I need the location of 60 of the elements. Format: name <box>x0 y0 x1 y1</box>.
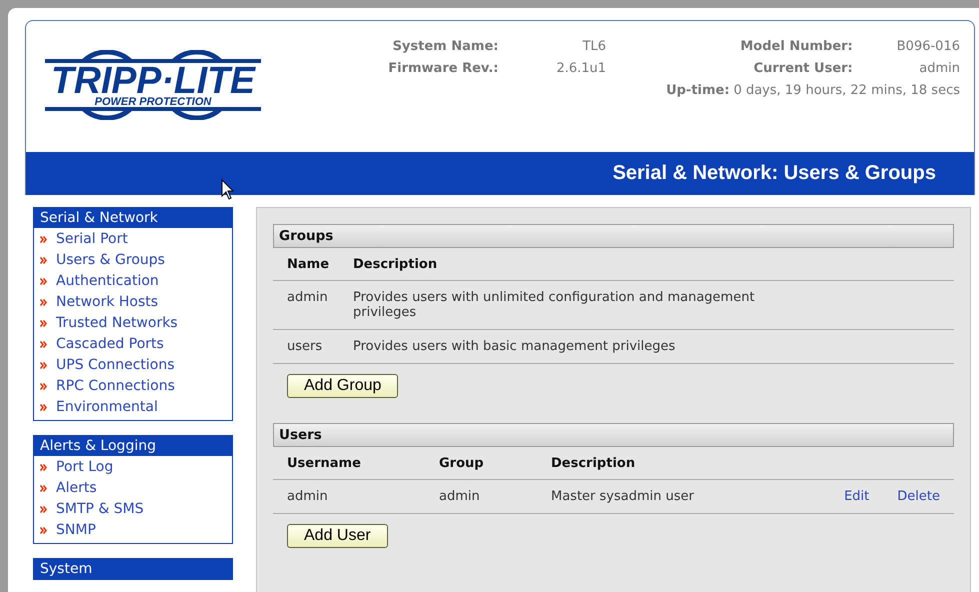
menu-link[interactable]: Environmental <box>56 398 158 417</box>
menu-link[interactable]: Serial Port <box>56 230 128 249</box>
action-link[interactable]: Edit <box>844 489 870 504</box>
double-chevron-icon <box>40 278 47 285</box>
double-chevron-icon <box>40 362 47 369</box>
menu-link[interactable]: Authentication <box>56 272 159 291</box>
table-cell: admin <box>273 280 339 330</box>
mouse-cursor-icon <box>221 179 235 201</box>
menu-link[interactable]: Network Hosts <box>56 293 158 312</box>
info-label: Current User: <box>752 61 853 76</box>
menu-link[interactable]: Trusted Networks <box>56 314 178 333</box>
double-chevron-icon <box>40 236 47 243</box>
menu-link[interactable]: Users & Groups <box>56 251 165 270</box>
table-cell: admin <box>425 480 537 514</box>
table-cell: users <box>273 330 339 364</box>
double-chevron-icon <box>40 257 47 264</box>
add-user-button[interactable]: Add User <box>287 524 388 548</box>
menu-link[interactable]: RPC Connections <box>56 377 175 396</box>
double-chevron-icon <box>40 527 47 534</box>
table-cell: admin <box>273 480 425 514</box>
add-group-button[interactable]: Add Group <box>287 374 398 398</box>
double-chevron-icon <box>40 464 47 471</box>
menu-link[interactable]: UPS Connections <box>56 356 175 375</box>
menu-link[interactable]: Alerts <box>56 479 97 498</box>
double-chevron-icon <box>40 299 47 306</box>
column-header: Name <box>273 248 339 280</box>
column-header: Description <box>537 447 816 480</box>
menu-link[interactable]: SMTP & SMS <box>56 500 144 519</box>
info-value: TL6 <box>582 39 606 54</box>
page-title: Serial & Network: Users & Groups <box>612 162 936 185</box>
menu-link[interactable]: Cascaded Ports <box>56 335 164 354</box>
info-label: System Name: <box>392 39 498 54</box>
info-label: Up-time: <box>666 83 730 98</box>
table-cell: Provides users with unlimited configuration and management privileges <box>339 280 954 330</box>
section-header: Users <box>273 423 954 447</box>
company-logo: TRIPP·LITE POWER PROTECTION <box>45 50 261 120</box>
info-label: Model Number: <box>740 39 853 54</box>
column-header: Username <box>273 447 425 480</box>
column-header: Group <box>425 447 537 480</box>
info-label: Firmware Rev.: <box>388 61 498 76</box>
menu-heading: System <box>34 559 232 579</box>
double-chevron-icon <box>40 341 47 348</box>
info-value: admin <box>918 61 960 76</box>
double-chevron-icon <box>40 383 47 390</box>
info-value: 0 days, 19 hours, 22 mins, 18 secs <box>734 83 960 98</box>
menu-heading: Serial & Network <box>34 208 232 228</box>
double-chevron-icon <box>40 485 47 492</box>
table-cell: Provides users with basic management privileges <box>339 330 954 364</box>
double-chevron-icon <box>40 404 47 411</box>
menu-link[interactable]: Port Log <box>56 458 114 477</box>
double-chevron-icon <box>40 506 47 513</box>
section-header: Groups <box>273 224 954 248</box>
action-link[interactable]: Delete <box>897 489 940 504</box>
info-value: B096-016 <box>896 39 960 54</box>
info-value: 2.6.1u1 <box>556 61 606 76</box>
table-cell: Master sysadmin user <box>537 480 816 514</box>
menu-heading: Alerts & Logging <box>34 436 232 456</box>
column-header: Description <box>339 248 954 280</box>
menu-link[interactable]: SNMP <box>56 521 96 540</box>
double-chevron-icon <box>40 320 47 327</box>
